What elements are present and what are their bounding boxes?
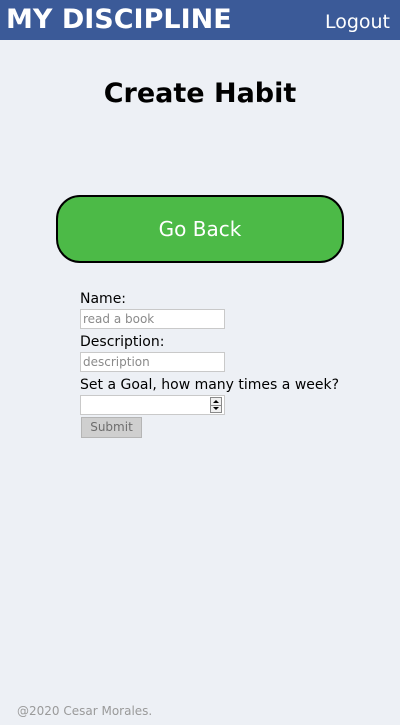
name-label: Name: — [80, 291, 127, 307]
description-input[interactable] — [80, 352, 225, 372]
submit-button[interactable]: Submit — [81, 417, 142, 438]
description-label: Description: — [80, 334, 165, 350]
goal-input[interactable] — [81, 396, 206, 414]
top-navbar: MY DISCIPLINE Logout — [0, 0, 400, 40]
goal-spinner — [210, 397, 222, 413]
footer-copyright: @2020 Cesar Morales. — [17, 704, 153, 718]
spin-down-icon[interactable] — [211, 405, 221, 412]
go-back-button[interactable]: Go Back — [56, 195, 344, 263]
goal-number-field — [80, 395, 225, 415]
brand-logo[interactable]: MY DISCIPLINE — [6, 3, 232, 37]
create-habit-form: Name: Description: Set a Goal, how many … — [80, 290, 380, 438]
name-input[interactable] — [80, 309, 225, 329]
goal-label: Set a Goal, how many times a week? — [80, 377, 340, 393]
logout-link[interactable]: Logout — [325, 10, 390, 34]
page-title: Create Habit — [103, 78, 297, 109]
